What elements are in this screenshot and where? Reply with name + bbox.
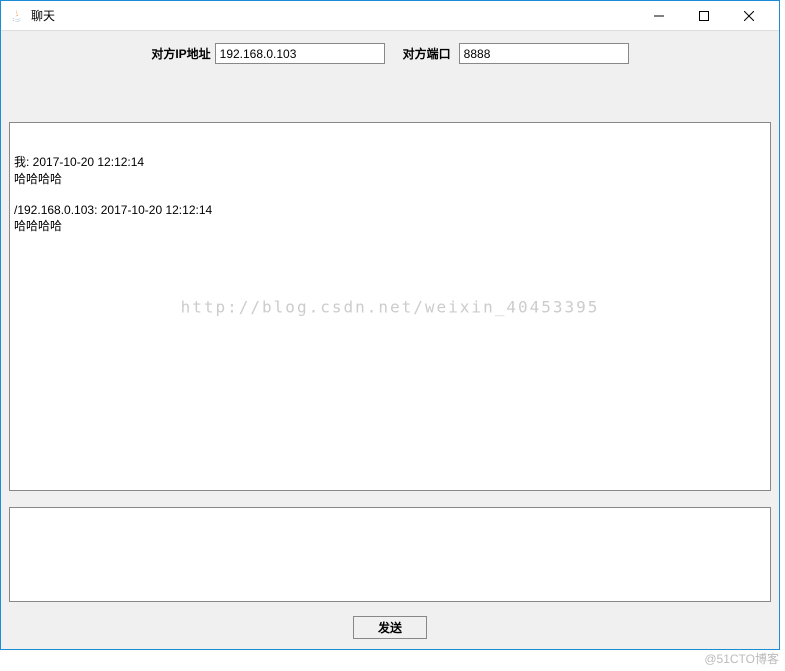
chat-message: 我: 2017-10-20 12:12:14哈哈哈哈 (14, 153, 766, 187)
maximize-button[interactable] (681, 2, 726, 30)
port-input[interactable] (459, 43, 629, 64)
connection-panel: 对方IP地址 对方端口 (1, 31, 779, 72)
send-button[interactable]: 发送 (353, 616, 427, 639)
window-title: 聊天 (31, 7, 636, 24)
window-controls (636, 2, 771, 30)
chat-message: /192.168.0.103: 2017-10-20 12:12:14哈哈哈哈 (14, 203, 766, 234)
ip-input[interactable] (215, 43, 385, 64)
action-panel: 发送 (1, 610, 779, 649)
minimize-button[interactable] (636, 2, 681, 30)
attribution-text: @51CTO博客 (704, 650, 779, 667)
app-window: 聊天 对方IP地址 对方端口 我: 2017-10-20 12:12:14哈哈哈… (0, 0, 780, 650)
ip-label: 对方IP地址 (151, 45, 210, 62)
java-icon (9, 8, 25, 24)
watermark-text: http://blog.csdn.net/weixin_40453395 (181, 297, 600, 316)
content-area: 对方IP地址 对方端口 我: 2017-10-20 12:12:14哈哈哈哈/1… (1, 31, 779, 649)
port-label: 对方端口 (403, 45, 451, 62)
close-button[interactable] (726, 2, 771, 30)
titlebar: 聊天 (1, 1, 779, 31)
chat-message-body: 哈哈哈哈 (14, 217, 766, 234)
chat-message-body: 哈哈哈哈 (14, 170, 766, 187)
message-input[interactable] (9, 507, 771, 602)
chat-message-header: /192.168.0.103: 2017-10-20 12:12:14 (14, 203, 766, 217)
chat-message-header: 我: 2017-10-20 12:12:14 (14, 153, 766, 170)
chat-log: 我: 2017-10-20 12:12:14哈哈哈哈/192.168.0.103… (9, 122, 771, 491)
